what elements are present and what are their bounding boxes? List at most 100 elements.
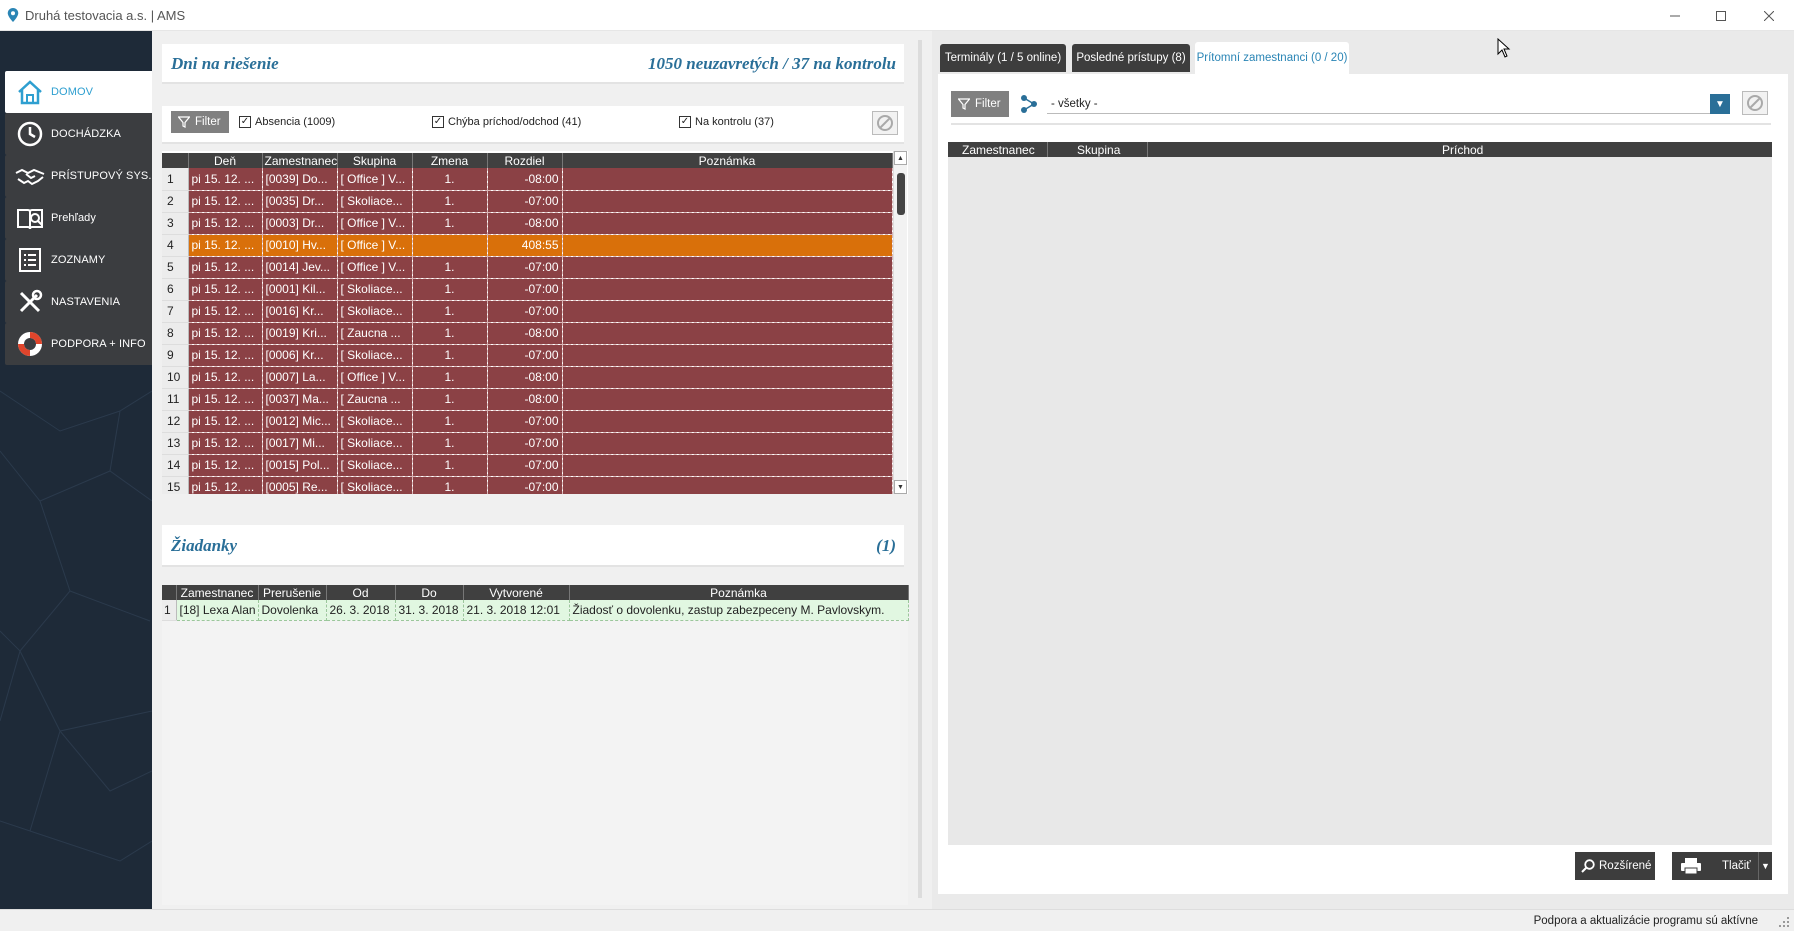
col-header-rozdiel[interactable]: Rozdiel bbox=[487, 153, 563, 168]
col-header-od[interactable]: Od bbox=[326, 585, 396, 600]
pane-splitter[interactable] bbox=[918, 40, 922, 898]
cell-note bbox=[562, 410, 893, 433]
col-header-skupina[interactable]: Skupina bbox=[337, 153, 413, 168]
table-row[interactable]: 3 pi 15. 12. ... [0003] Dr...[ Office ] V.… bbox=[162, 212, 893, 235]
cell-employee: [0006] Kr... bbox=[262, 344, 338, 367]
checkbox-label: Chýba príchod/odchod (41) bbox=[448, 116, 582, 128]
col-header-poznamka[interactable]: Poznámka bbox=[562, 153, 893, 168]
scroll-thumb[interactable] bbox=[897, 173, 905, 215]
caret-down-icon[interactable]: ▼ bbox=[1758, 852, 1772, 880]
minimize-button[interactable] bbox=[1652, 0, 1698, 31]
clear-filter-button[interactable] bbox=[872, 111, 898, 135]
table-row[interactable]: 14 pi 15. 12. ... [0015] Pol...[ Skoliace.… bbox=[162, 454, 893, 477]
cell-note bbox=[562, 454, 893, 477]
resize-grip-icon[interactable] bbox=[1778, 916, 1790, 928]
table-row[interactable]: 11 pi 15. 12. ... [0037] Ma...[ Zaucna ...… bbox=[162, 388, 893, 411]
cell-shift: 1. bbox=[412, 256, 488, 279]
col-header-prichod[interactable]: Príchod bbox=[1442, 143, 1483, 157]
cell-group: [ Office ] V... bbox=[337, 168, 413, 191]
row-number-header bbox=[162, 153, 189, 168]
cell-day: pi 15. 12. ... bbox=[188, 322, 263, 345]
cell-created: 21. 3. 2018 12:01 bbox=[463, 600, 570, 621]
book-search-icon bbox=[15, 203, 45, 233]
tab-label: Terminály (1 / 5 online) bbox=[944, 52, 1062, 64]
days-filter-button[interactable]: Filter bbox=[171, 111, 229, 133]
tab-pritomni-zamestnanci[interactable]: Prítomní zamestnanci (0 / 20) bbox=[1195, 42, 1349, 74]
filter-na-kontrolu-checkbox[interactable]: ✓ Na kontrolu (37) bbox=[679, 116, 774, 128]
filter-chyba-prichod-checkbox[interactable]: ✓ Chýba príchod/odchod (41) bbox=[432, 116, 581, 128]
tab-terminaly[interactable]: Terminály (1 / 5 online) bbox=[940, 44, 1066, 72]
table-row[interactable]: 9 pi 15. 12. ... [0006] Kr...[ Skoliace...… bbox=[162, 344, 893, 367]
table-row-selected[interactable]: 4 pi 15. 12. ... [0010] Hv...[ Office ] V.… bbox=[162, 234, 893, 257]
col-header-zamestnanec[interactable]: Zamestnanec bbox=[262, 153, 338, 168]
title-bar: Druhá testovacia a.s. | AMS bbox=[0, 0, 1794, 31]
days-grid-scrollbar[interactable]: ▲ ▼ bbox=[893, 151, 907, 494]
table-row[interactable]: 7 pi 15. 12. ... [0016] Kr...[ Skoliace...… bbox=[162, 300, 893, 323]
filter-absencia-checkbox[interactable]: ✓ Absencia (1009) bbox=[239, 116, 335, 128]
extended-button[interactable]: Rozšírené bbox=[1575, 852, 1655, 880]
scroll-down-arrow-icon[interactable]: ▼ bbox=[894, 480, 907, 494]
window-title: Druhá testovacia a.s. | AMS bbox=[25, 7, 186, 23]
checkbox-label: Absencia (1009) bbox=[255, 116, 336, 128]
scroll-up-arrow-icon[interactable]: ▲ bbox=[894, 151, 907, 165]
days-summary: 1050 neuzavretých / 37 na kontrolu bbox=[648, 54, 896, 73]
nav-domov[interactable]: DOMOV bbox=[5, 71, 152, 113]
cell-shift: 1. bbox=[412, 344, 488, 367]
close-window-button[interactable] bbox=[1746, 0, 1792, 31]
nav-zoznamy[interactable]: ZOZNAMY bbox=[5, 239, 152, 281]
row-number: 8 bbox=[162, 322, 189, 345]
cell-group: [ Skoliace... bbox=[337, 278, 413, 301]
col-header-zamestnanec[interactable]: Zamestnanec bbox=[176, 585, 259, 600]
cell-diff: -08:00 bbox=[487, 366, 563, 389]
maximize-button[interactable] bbox=[1698, 0, 1744, 31]
col-header-vytvorene[interactable]: Vytvorené bbox=[463, 585, 570, 600]
col-header-skupina[interactable]: Skupina bbox=[1077, 143, 1120, 157]
col-header-den[interactable]: Deň bbox=[188, 153, 263, 168]
right-clear-filter-button[interactable] bbox=[1742, 91, 1768, 115]
nav-pristupovy-system[interactable]: PRÍSTUPOVÝ SYS. bbox=[5, 155, 152, 197]
group-select[interactable]: - všetky - ▼ bbox=[1047, 94, 1730, 114]
nav-nastavenia[interactable]: NASTAVENIA bbox=[5, 281, 152, 323]
row-number: 6 bbox=[162, 278, 189, 301]
cell-day: pi 15. 12. ... bbox=[188, 366, 263, 389]
cell-group: [ Office ] V... bbox=[337, 366, 413, 389]
col-header-zmena[interactable]: Zmena bbox=[412, 153, 488, 168]
print-button[interactable]: Tlačiť ▼ bbox=[1672, 852, 1772, 880]
cell-from: 26. 3. 2018 bbox=[326, 600, 396, 621]
cell-group: [ Skoliace... bbox=[337, 190, 413, 213]
cell-employee: [0014] Jev... bbox=[262, 256, 338, 279]
table-row[interactable]: 2 pi 15. 12. ... [0035] Dr...[ Skoliace...… bbox=[162, 190, 893, 213]
cell-employee: [18] Lexa Alan bbox=[176, 600, 259, 621]
nav-podpora-info[interactable]: PODPORA + INFO bbox=[5, 323, 152, 365]
cell-note bbox=[562, 278, 893, 301]
row-number: 9 bbox=[162, 344, 189, 367]
extended-label: Rozšírené bbox=[1599, 860, 1652, 872]
cell-diff: -07:00 bbox=[487, 432, 563, 455]
nav-label: NASTAVENIA bbox=[51, 296, 121, 308]
table-row[interactable]: 10 pi 15. 12. ... [0007] La...[ Office ] V… bbox=[162, 366, 893, 389]
prohibited-icon bbox=[877, 115, 893, 131]
col-header-do[interactable]: Do bbox=[395, 585, 464, 600]
table-row[interactable]: 1 pi 15. 12. ... [0039] Do...[ Office ] V.… bbox=[162, 168, 893, 191]
table-row[interactable]: 13 pi 15. 12. ... [0017] Mi...[ Skoliace..… bbox=[162, 432, 893, 455]
table-row[interactable]: 5 pi 15. 12. ... [0014] Jev...[ Office ] V… bbox=[162, 256, 893, 279]
chevron-down-icon[interactable]: ▼ bbox=[1710, 94, 1730, 114]
right-filter-button[interactable]: Filter bbox=[951, 91, 1009, 117]
table-row[interactable]: 12 pi 15. 12. ... [0012] Mic...[ Skoliace.… bbox=[162, 410, 893, 433]
nav-prehlady[interactable]: Prehľady bbox=[5, 197, 152, 239]
cell-shift: 1. bbox=[412, 366, 488, 389]
table-row[interactable]: 8 pi 15. 12. ... [0019] Kri...[ Zaucna ...… bbox=[162, 322, 893, 345]
col-header-zamestnanec[interactable]: Zamestnanec bbox=[962, 143, 1035, 157]
cell-group: [ Skoliace... bbox=[337, 300, 413, 323]
filter-divider bbox=[951, 123, 1771, 125]
col-header-prerusenie[interactable]: Prerušenie bbox=[258, 585, 327, 600]
table-row[interactable]: 1 [18] Lexa Alan Dovolenka 26. 3. 2018 3… bbox=[162, 600, 909, 621]
cell-note bbox=[562, 322, 893, 345]
lifebuoy-icon bbox=[15, 329, 45, 359]
cell-diff: -08:00 bbox=[487, 168, 563, 191]
col-header-poznamka[interactable]: Poznámka bbox=[569, 585, 909, 600]
row-number: 2 bbox=[162, 190, 189, 213]
table-row[interactable]: 6 pi 15. 12. ... [0001] Kil...[ Skoliace..… bbox=[162, 278, 893, 301]
nav-dochadzka[interactable]: DOCHÁDZKA bbox=[5, 113, 152, 155]
tab-posledne-pristupy[interactable]: Posledné prístupy (8) bbox=[1072, 44, 1190, 72]
